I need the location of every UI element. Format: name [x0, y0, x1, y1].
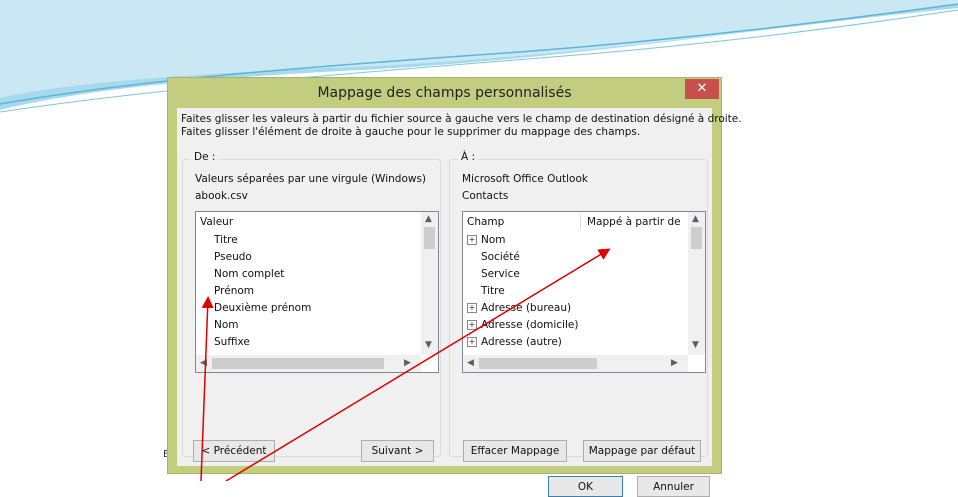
annotation-overlay [200, 248, 611, 481]
annotation-arrow-left [200, 296, 214, 481]
annotation-arrow-right [225, 248, 611, 481]
